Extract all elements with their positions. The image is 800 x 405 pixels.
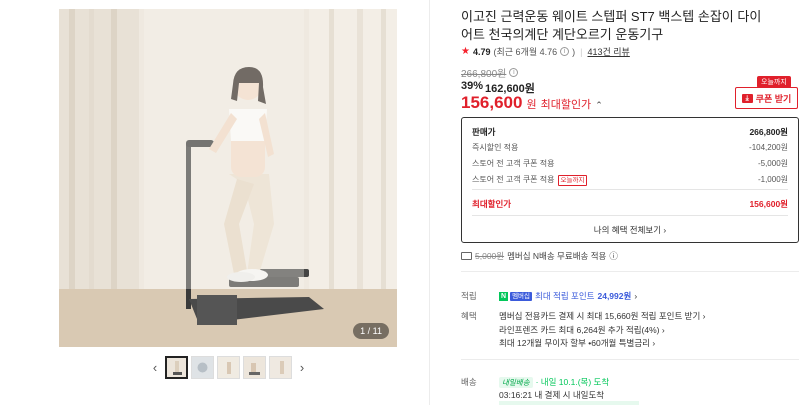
- row-value: 156,600원: [749, 199, 788, 209]
- max-discount-label: 최대할인가: [540, 99, 592, 111]
- benefit-card-points[interactable]: 멤버십 전용카드 결제 시 최대 15,660원 적립 포인트 받기 ›: [499, 310, 706, 322]
- thumbnail[interactable]: [165, 355, 188, 379]
- points-text: 최대 적립 포인트: [535, 291, 595, 301]
- tomorrow-delivery-badge: 내일배송: [499, 376, 533, 388]
- price-row-store-coupon: 스토어 전 고객 쿠폰 적용 -5,000원: [472, 158, 788, 169]
- view-all-benefits-link[interactable]: 나의 혜택 전체보기 ›: [462, 224, 798, 236]
- original-price: 266,800원: [461, 69, 507, 80]
- delivery-label: 배송: [461, 377, 477, 387]
- delivery-deadline: 03:16:21 내 결제 시 내일도착: [499, 390, 605, 400]
- n-logo-icon: N: [499, 291, 509, 301]
- shipping-note-text: 멤버십 N배송 무료배송 적용: [507, 251, 607, 261]
- thumbnail-image: [167, 357, 186, 377]
- section-divider: [461, 271, 799, 272]
- max-discount-price: 156,600: [461, 93, 523, 112]
- original-shipping-fee: 5,000원: [475, 251, 505, 261]
- shipping-note: 5,000원 멤버십 N배송 무료배송 적용 ⓘ: [461, 250, 618, 262]
- thumbnail[interactable]: [269, 355, 292, 379]
- rating-row: ★ 4.79 (최근 6개월 4.76 i ) | 413건 리뷰: [461, 45, 630, 58]
- divider: [472, 215, 788, 216]
- price-row-list-price: 판매가 266,800원: [472, 126, 788, 138]
- section-divider: [461, 359, 799, 360]
- thumbnail-strip: ‹ ›: [148, 354, 310, 380]
- points-label: 적립: [461, 291, 477, 301]
- info-icon[interactable]: i: [509, 68, 519, 77]
- truck-icon: [461, 252, 472, 260]
- row-label: 스토어 전 고객 쿠폰 적용: [472, 175, 555, 184]
- max-discount-unit: 원: [526, 99, 537, 111]
- max-discount-row[interactable]: 156,600 원 최대할인가 ⌃: [461, 93, 603, 113]
- review-count-link[interactable]: 413건 리뷰: [587, 45, 629, 58]
- today-only-badge: 오늘까지: [557, 175, 588, 186]
- thumbnail-image: [244, 356, 265, 378]
- truncated-row: [499, 401, 639, 405]
- npay-membership-badge: N 멤버십: [499, 291, 533, 301]
- row-label: 스토어 전 고객 쿠폰 적용: [472, 159, 555, 168]
- thumbnail-image: [270, 356, 291, 378]
- row-label: 즉시할인 적용: [472, 143, 519, 152]
- points-amount: 24,992원: [597, 291, 632, 301]
- thumbnail[interactable]: [243, 355, 266, 379]
- star-icon: ★: [461, 46, 470, 57]
- points-row[interactable]: N 멤버십 최대 적립 포인트 24,992원 ›: [499, 290, 637, 302]
- thumbnail[interactable]: [217, 355, 240, 379]
- rating-score: 4.79: [472, 46, 491, 57]
- original-price-row: 266,800원 i: [461, 65, 519, 80]
- row-value: -1,000원: [757, 175, 788, 184]
- row-label-wrap: 스토어 전 고객 쿠폰 적용 오늘까지: [472, 174, 588, 186]
- row-label: 최대할인가: [472, 199, 512, 209]
- column-divider: [429, 0, 430, 405]
- chevron-right-icon[interactable]: ›: [295, 354, 309, 380]
- benefit-installment[interactable]: 최대 12개월 무이자 할부 •60개월 특별금리 ›: [499, 337, 655, 349]
- row-value: -104,200원: [749, 143, 788, 152]
- separator: |: [580, 46, 583, 57]
- benefits-label: 혜택: [461, 311, 477, 321]
- download-icon: ⤓: [741, 93, 753, 103]
- row-value: -5,000원: [757, 159, 788, 168]
- product-main-image[interactable]: 1 / 11: [59, 9, 397, 347]
- membership-tag: 멤버십: [510, 291, 533, 301]
- thumbnail[interactable]: [191, 355, 214, 379]
- image-counter: 1 / 11: [353, 323, 389, 339]
- info-icon[interactable]: ⓘ: [609, 250, 618, 262]
- coupon-download-button[interactable]: ⤓ 쿠폰 받기: [735, 87, 798, 109]
- row-label: 판매가: [472, 127, 496, 137]
- row-value: 266,800원: [749, 127, 788, 137]
- price-row-instant-discount: 즉시할인 적용 -104,200원: [472, 142, 788, 153]
- rating-recent: (최근 6개월 4.76: [493, 47, 558, 57]
- thumbnail-image: [218, 356, 239, 378]
- product-title: 이고진 근력운동 웨이트 스텝퍼 ST7 백스텝 손잡이 다이어트 천국의계단 …: [461, 9, 762, 42]
- divider: [472, 189, 788, 190]
- benefit-line-friends-card[interactable]: 라인프렌즈 카드 최대 6,264원 추가 적립(4%) ›: [499, 324, 665, 336]
- chevron-left-icon[interactable]: ‹: [148, 354, 162, 380]
- price-breakdown-box: 판매가 266,800원 즉시할인 적용 -104,200원 스토어 전 고객 …: [461, 117, 799, 243]
- price-row-store-coupon-today: 스토어 전 고객 쿠폰 적용 오늘까지 -1,000원: [472, 174, 788, 186]
- info-icon[interactable]: i: [560, 47, 570, 56]
- coupon-button-label: 쿠폰 받기: [755, 93, 792, 104]
- delivery-arrival: · 내일 10.1.(목) 도착: [535, 377, 610, 387]
- rating-recent-end: ): [572, 46, 576, 57]
- product-photo: [59, 9, 397, 347]
- chevron-up-icon[interactable]: ⌃: [595, 100, 603, 111]
- thumbnail-image: [192, 356, 213, 378]
- chevron-right-icon: ›: [634, 291, 638, 301]
- delivery-row: 내일배송 · 내일 10.1.(목) 도착: [499, 376, 609, 388]
- price-row-max-discount: 최대할인가 156,600원: [472, 198, 788, 210]
